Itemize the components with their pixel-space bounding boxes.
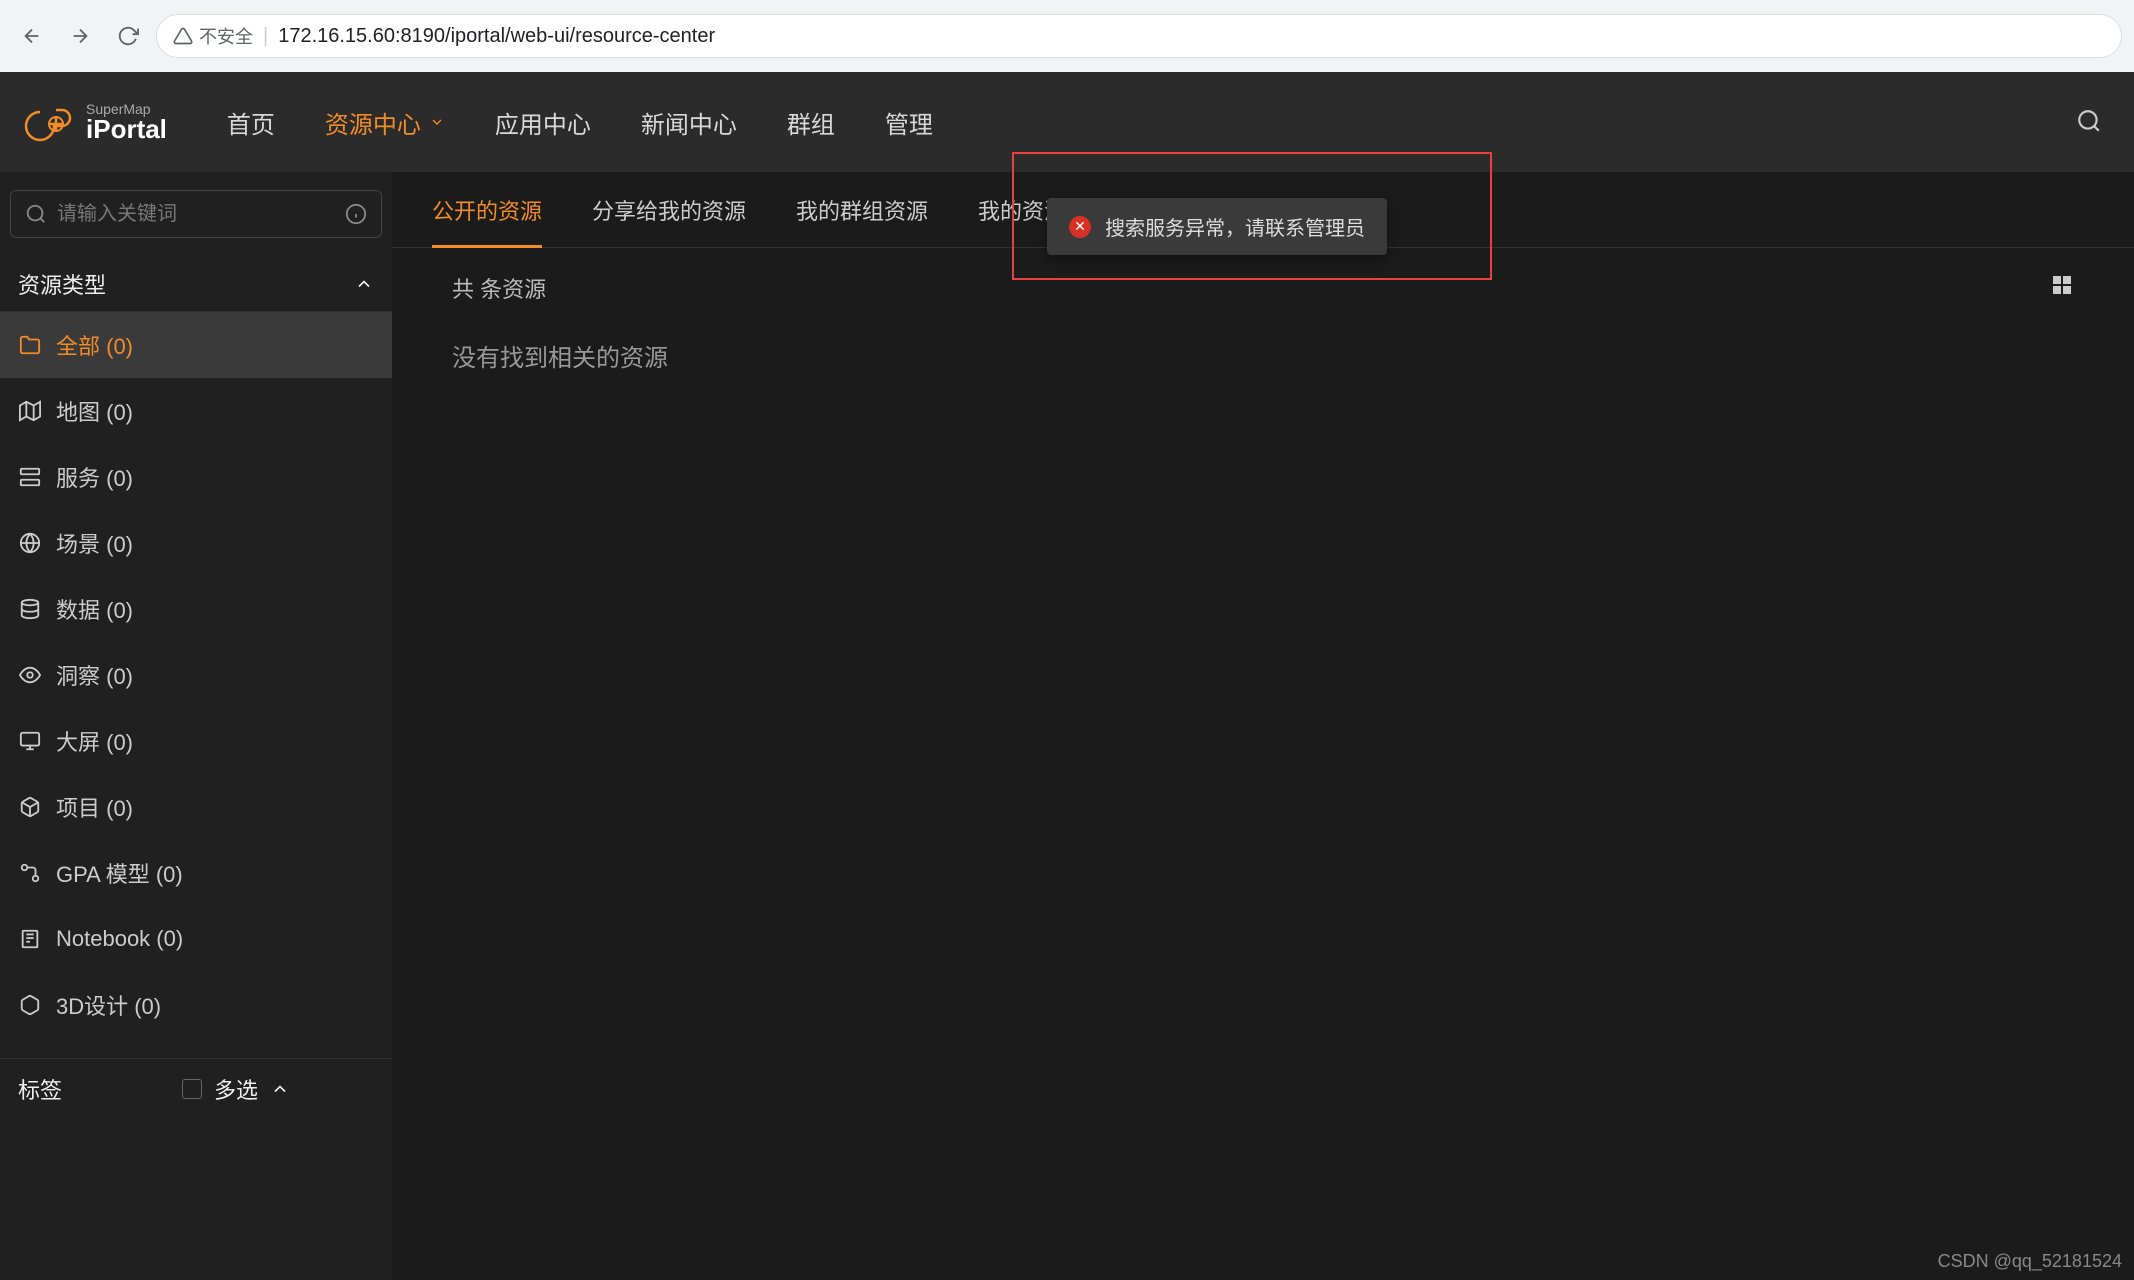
search-icon[interactable]	[2076, 108, 2104, 136]
category-item-5[interactable]: 洞察 (0)	[0, 642, 392, 708]
reload-button[interactable]	[108, 16, 148, 56]
top-navigation: SuperMap iPortal 首页 资源中心 应用中心 新闻中心 群组 管理	[0, 72, 2134, 172]
data-icon	[18, 597, 42, 621]
search-icon	[25, 203, 47, 225]
notebook-icon	[18, 927, 42, 951]
resource-type-title: 资源类型	[18, 268, 106, 300]
category-item-6[interactable]: 大屏 (0)	[0, 708, 392, 774]
category-label: 洞察 (0)	[56, 659, 133, 691]
nav-item-label: 群组	[787, 105, 835, 140]
back-button[interactable]	[12, 16, 52, 56]
category-item-10[interactable]: 3D设计 (0)	[0, 972, 392, 1038]
category-label: 服务 (0)	[56, 461, 133, 493]
globe-icon	[18, 531, 42, 555]
category-item-9[interactable]: Notebook (0)	[0, 906, 392, 972]
category-label: 项目 (0)	[56, 791, 133, 823]
forward-button[interactable]	[60, 16, 100, 56]
insecure-warning-icon: 不安全	[173, 23, 253, 49]
error-toast: ✕ 搜索服务异常，请联系管理员	[1047, 198, 1387, 255]
nav-item-2[interactable]: 应用中心	[495, 105, 591, 140]
tab-2[interactable]: 我的群组资源	[796, 172, 928, 247]
cube-icon	[18, 795, 42, 819]
server-icon	[18, 465, 42, 489]
chevron-up-icon	[270, 1079, 290, 1099]
resource-type-header[interactable]: 资源类型	[0, 256, 392, 312]
insecure-label: 不安全	[199, 23, 253, 49]
category-item-2[interactable]: 服务 (0)	[0, 444, 392, 510]
category-item-4[interactable]: 数据 (0)	[0, 576, 392, 642]
browser-toolbar: 不安全 | 172.16.15.60:8190/iportal/web-ui/r…	[0, 0, 2134, 72]
tags-multi-checkbox[interactable]	[182, 1079, 202, 1099]
category-label: 数据 (0)	[56, 593, 133, 625]
error-icon: ✕	[1069, 216, 1091, 238]
main-content: 公开的资源分享给我的资源我的群组资源我的资源我的收藏 共 条资源 没有找到相关的…	[392, 172, 2134, 1280]
tags-header[interactable]: 标签 多选	[0, 1059, 392, 1119]
sidebar: 资源类型 全部 (0) 地图 (0) 服务 (0) 场景 (0) 数据 (0) 洞察 (0…	[0, 172, 392, 1280]
logo-icon	[20, 102, 76, 142]
category-item-3[interactable]: 场景 (0)	[0, 510, 392, 576]
nav-item-4[interactable]: 群组	[787, 105, 835, 140]
map-icon	[18, 399, 42, 423]
category-label: 场景 (0)	[56, 527, 133, 559]
chevron-down-icon	[429, 114, 445, 130]
nav-item-0[interactable]: 首页	[227, 105, 275, 140]
address-bar[interactable]: 不安全 | 172.16.15.60:8190/iportal/web-ui/r…	[156, 14, 2122, 58]
logo[interactable]: SuperMap iPortal	[20, 102, 167, 142]
tab-0[interactable]: 公开的资源	[432, 172, 542, 247]
category-label: 3D设计 (0)	[56, 989, 161, 1021]
category-label: 大屏 (0)	[56, 725, 133, 757]
empty-state-text: 没有找到相关的资源	[392, 328, 2134, 383]
watermark: CSDN @qq_52181524	[1938, 1251, 2122, 1272]
nav-item-5[interactable]: 管理	[885, 105, 933, 140]
category-label: 地图 (0)	[56, 395, 133, 427]
category-label: 全部 (0)	[56, 329, 133, 361]
screen-icon	[18, 729, 42, 753]
chevron-up-icon	[354, 274, 374, 294]
eye-icon	[18, 663, 42, 687]
info-icon[interactable]	[345, 203, 367, 225]
logo-maintext: iPortal	[86, 116, 167, 142]
category-item-7[interactable]: 项目 (0)	[0, 774, 392, 840]
category-label: Notebook (0)	[56, 926, 183, 952]
url-text: 172.16.15.60:8190/iportal/web-ui/resourc…	[278, 25, 715, 48]
resource-count-text: 共 条资源	[452, 272, 546, 304]
category-item-8[interactable]: GPA 模型 (0)	[0, 840, 392, 906]
folder-icon	[18, 333, 42, 357]
category-label: GPA 模型 (0)	[56, 857, 183, 889]
sidebar-search-input[interactable]	[57, 203, 335, 226]
category-item-1[interactable]: 地图 (0)	[0, 378, 392, 444]
model-icon	[18, 861, 42, 885]
hex-icon	[18, 993, 42, 1017]
nav-item-label: 应用中心	[495, 105, 591, 140]
nav-item-label: 资源中心	[325, 105, 421, 140]
grid-view-toggle[interactable]	[2050, 273, 2074, 303]
category-item-0[interactable]: 全部 (0)	[0, 312, 392, 378]
nav-item-label: 新闻中心	[641, 105, 737, 140]
tab-1[interactable]: 分享给我的资源	[592, 172, 746, 247]
toast-message: 搜索服务异常，请联系管理员	[1105, 212, 1365, 241]
nav-item-label: 管理	[885, 105, 933, 140]
nav-item-1[interactable]: 资源中心	[325, 105, 445, 140]
nav-item-label: 首页	[227, 105, 275, 140]
sidebar-search[interactable]	[10, 190, 382, 238]
tags-multi-label: 多选	[214, 1073, 258, 1105]
nav-item-3[interactable]: 新闻中心	[641, 105, 737, 140]
tags-title: 标签	[18, 1073, 62, 1105]
